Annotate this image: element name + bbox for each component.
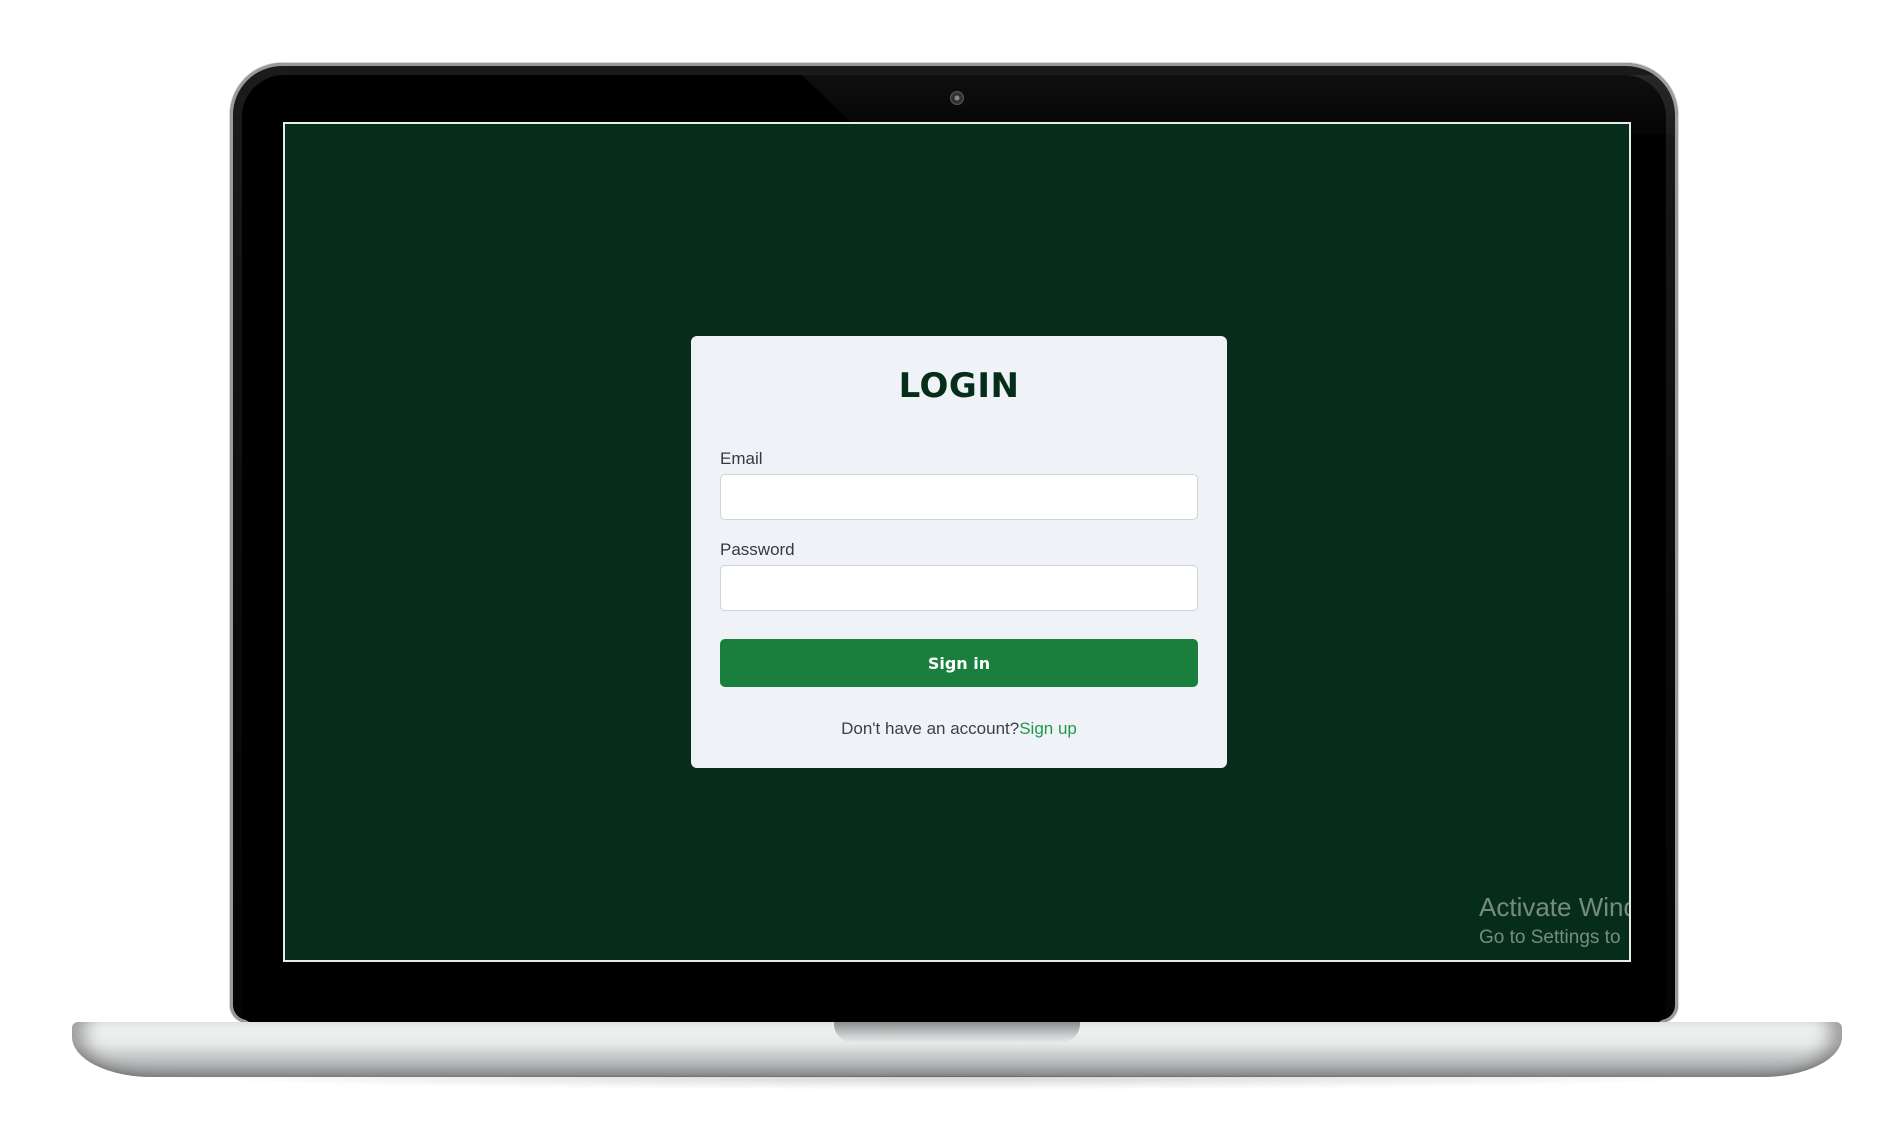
email-field[interactable] — [720, 474, 1198, 520]
watermark-subtitle: Go to Settings to — [1479, 927, 1621, 948]
login-card: LOGIN Email Password Sign in Don't have … — [691, 336, 1227, 768]
signup-prompt: Don't have an account? — [841, 719, 1020, 738]
password-label: Password — [720, 540, 795, 559]
login-title: LOGIN — [898, 366, 1020, 406]
sign-in-button[interactable]: Sign in — [720, 639, 1198, 687]
base-notch — [834, 1022, 1080, 1042]
camera-icon — [950, 91, 964, 105]
screen: LOGIN Email Password Sign in Don't have … — [283, 122, 1631, 962]
base-shadow — [150, 1076, 1760, 1090]
password-field[interactable] — [720, 565, 1198, 611]
laptop-base — [72, 1022, 1842, 1077]
sign-up-link[interactable]: Sign up — [1019, 719, 1077, 738]
signup-row: Don't have an account?Sign up — [720, 719, 1198, 739]
activate-windows-watermark: Activate Wind Go to Settings to — [1479, 892, 1631, 952]
watermark-title: Activate Wind — [1479, 892, 1631, 922]
laptop-mockup: LOGIN Email Password Sign in Don't have … — [0, 0, 1895, 1139]
email-label: Email — [720, 449, 763, 468]
